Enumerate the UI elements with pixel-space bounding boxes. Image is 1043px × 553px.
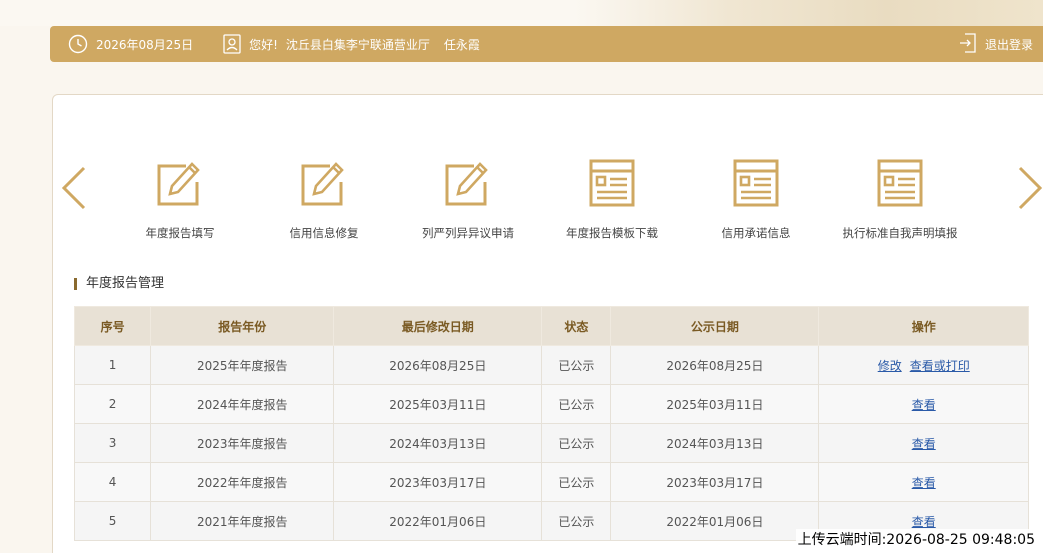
greeting-text: 您好! (249, 37, 278, 52)
shortcut-credit-repair[interactable]: 信用信息修复 (252, 158, 396, 241)
cell-modified: 2023年03月17日 (333, 462, 543, 502)
cell-actions: 查看 (818, 423, 1029, 463)
cell-status: 已公示 (541, 501, 612, 541)
clock-icon (68, 34, 88, 54)
cell-year: 2025年年度报告 (150, 345, 335, 385)
cell-publish-date: 2023年03月17日 (610, 462, 820, 502)
cell-status: 已公示 (541, 462, 612, 502)
top-bar: 2026年08月25日 您好! 沈丘县白集李宁联通营业厅 任永霞 退出登录 (50, 26, 1043, 62)
logout-label: 退出登录 (984, 37, 1033, 52)
edit-icon (301, 162, 344, 206)
logout-icon (959, 32, 977, 56)
cell-publish-date: 2024年03月13日 (610, 423, 820, 463)
user-icon (223, 34, 241, 54)
cell-actions: 查看 (818, 462, 1029, 502)
cell-year: 2022年年度报告 (150, 462, 335, 502)
column-header: 报告年份 (150, 306, 335, 346)
document-icon (877, 159, 923, 207)
cell-year: 2024年年度报告 (150, 384, 335, 424)
table-row: 3 2023年年度报告 2024年03月13日 已公示 2024年03月13日 … (73, 423, 1029, 463)
cell-status: 已公示 (541, 423, 612, 463)
column-header: 状态 (541, 306, 612, 346)
cell-no: 1 (73, 345, 152, 385)
cell-no: 4 (73, 462, 152, 502)
view-link[interactable]: 查看 (912, 476, 936, 490)
view-link[interactable]: 查看 (912, 398, 936, 412)
edit-link[interactable]: 修改 (878, 359, 902, 373)
organization-name: 沈丘县白集李宁联通营业厅 (285, 37, 430, 52)
shortcut-label: 信用信息修复 (289, 226, 359, 240)
chevron-right-icon (1018, 166, 1043, 210)
cell-modified: 2026年08月25日 (333, 345, 543, 385)
cell-no: 3 (73, 423, 152, 463)
cell-publish-date: 2022年01月06日 (610, 501, 820, 541)
chevron-left-icon (61, 166, 86, 210)
shortcut-label: 执行标准自我声明填报 (842, 226, 958, 240)
view-link[interactable]: 查看 (912, 515, 936, 529)
column-header: 最后修改日期 (333, 306, 543, 346)
cell-no: 5 (73, 501, 152, 541)
cell-year: 2023年年度报告 (150, 423, 335, 463)
cell-actions: 修改 查看或打印 (818, 345, 1029, 385)
shortcut-objection-apply[interactable]: 列严列异异议申请 (396, 158, 540, 241)
shortcut-label: 年度报告填写 (145, 226, 215, 240)
cell-publish-date: 2026年08月25日 (610, 345, 820, 385)
annual-report-table: 序号 报告年份 最后修改日期 状态 公示日期 操作 1 2025年年度报告 20… (73, 306, 1029, 541)
shortcut-label: 列严列异异议申请 (422, 226, 514, 240)
document-icon (589, 159, 635, 207)
cell-no: 2 (73, 384, 152, 424)
cell-actions: 查看 (818, 384, 1029, 424)
cell-modified: 2025年03月11日 (333, 384, 543, 424)
column-header: 操作 (818, 306, 1029, 346)
column-header: 公示日期 (610, 306, 820, 346)
document-icon (733, 159, 779, 207)
shortcut-credit-commitment[interactable]: 信用承诺信息 (684, 158, 828, 241)
upload-time-watermark: 上传云端时间:2026-08-25 09:48:05 (795, 529, 1037, 549)
table-row: 1 2025年年度报告 2026年08月25日 已公示 2026年08月25日 … (73, 345, 1029, 385)
current-date: 2026年08月25日 (96, 37, 194, 52)
logout-button[interactable]: 退出登录 (959, 26, 1033, 62)
shortcut-annual-report-fill[interactable]: 年度报告填写 (108, 158, 252, 241)
edit-icon (445, 162, 488, 206)
user-name: 任永霞 (443, 37, 480, 52)
carousel-prev-button[interactable] (60, 166, 88, 214)
column-header: 序号 (73, 306, 152, 346)
top-decoration (0, 0, 1043, 26)
shortcut-template-download[interactable]: 年度报告模板下载 (540, 158, 684, 241)
section-title: 年度报告管理 (74, 277, 164, 290)
table-header-row: 序号 报告年份 最后修改日期 状态 公示日期 操作 (73, 306, 1029, 346)
cell-status: 已公示 (541, 384, 612, 424)
edit-icon (157, 162, 200, 206)
carousel-next-button[interactable] (1016, 166, 1043, 214)
table-row: 2 2024年年度报告 2025年03月11日 已公示 2025年03月11日 … (73, 384, 1029, 424)
cell-modified: 2024年03月13日 (333, 423, 543, 463)
cell-status: 已公示 (541, 345, 612, 385)
cell-publish-date: 2025年03月11日 (610, 384, 820, 424)
table-row: 4 2022年年度报告 2023年03月17日 已公示 2023年03月17日 … (73, 462, 1029, 502)
shortcut-standard-declaration[interactable]: 执行标准自我声明填报 (828, 158, 972, 241)
view-link[interactable]: 查看 (912, 437, 936, 451)
shortcut-label: 年度报告模板下载 (566, 226, 658, 240)
view-print-link[interactable]: 查看或打印 (910, 359, 970, 373)
cell-modified: 2022年01月06日 (333, 501, 543, 541)
cell-year: 2021年年度报告 (150, 501, 335, 541)
shortcut-label: 信用承诺信息 (721, 226, 791, 240)
